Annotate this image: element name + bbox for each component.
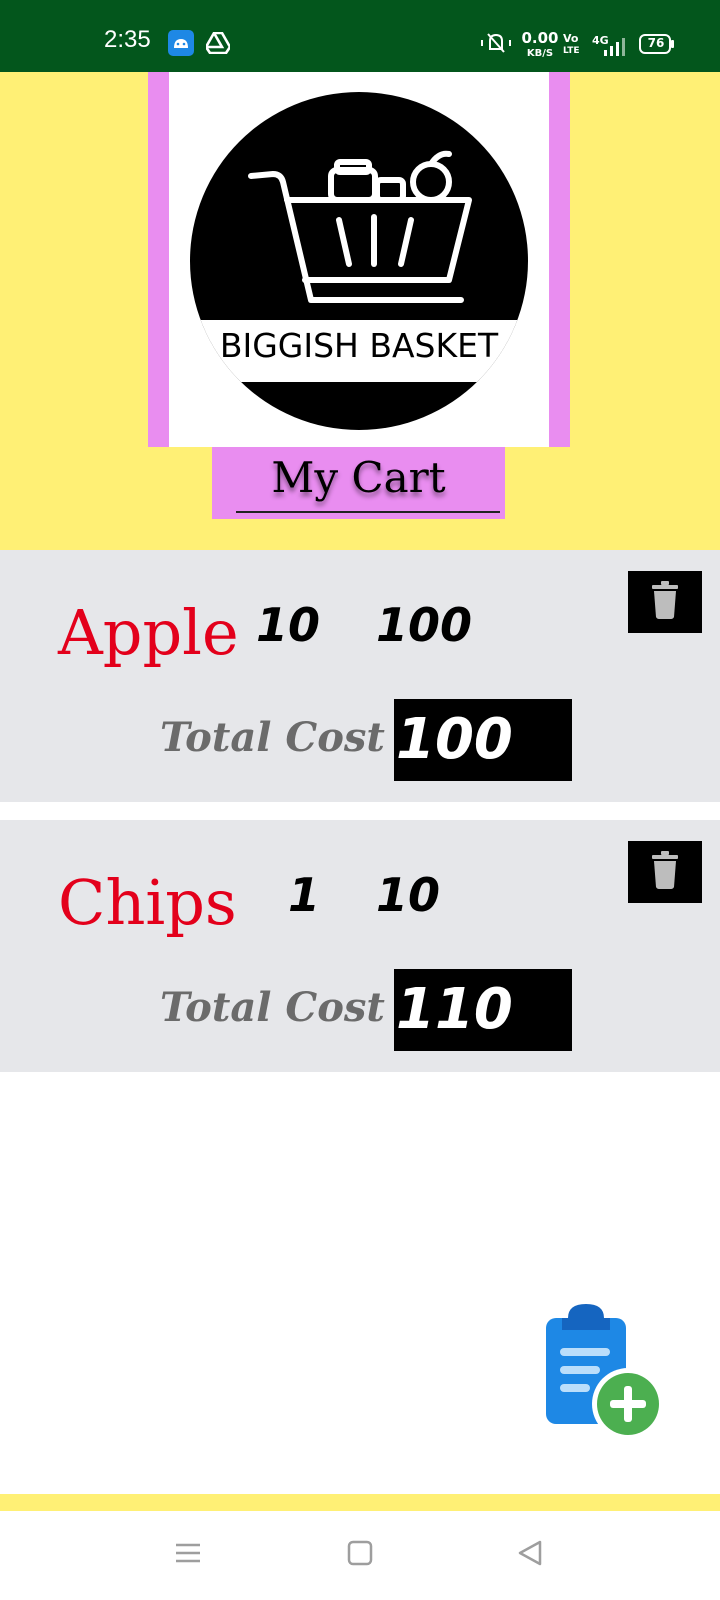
status-time: 2:35 <box>104 26 151 53</box>
net-speed-value: 0.00 <box>521 29 559 47</box>
item-name: Chips <box>58 866 237 939</box>
home-icon[interactable] <box>346 1539 374 1571</box>
cart-item: Apple 10 100 Total Cost 100 <box>0 550 720 802</box>
total-cost-label: Total Cost <box>160 714 385 761</box>
title-underline <box>236 511 500 513</box>
volte-indicator: Vo LTE <box>563 33 580 57</box>
trash-icon <box>652 851 678 889</box>
logo: BIGGISH BASKET <box>169 72 549 447</box>
total-cost-value: 110 <box>394 969 572 1051</box>
net-speed: 0.00 KB/S <box>520 29 560 60</box>
status-bar: 2:35 0.00 KB/S Vo LTE 4G 76 <box>0 0 720 72</box>
clipboard-add-icon <box>546 1304 664 1440</box>
volte-bottom: LTE <box>563 46 580 56</box>
mute-icon <box>480 31 512 59</box>
page-title: My Cart <box>271 453 446 502</box>
total-cost-label: Total Cost <box>160 984 385 1031</box>
my-cart-header: My Cart <box>212 447 505 519</box>
battery-level: 76 <box>647 36 665 50</box>
delete-button[interactable] <box>628 841 702 903</box>
total-cost-value: 100 <box>394 699 572 781</box>
bottom-strip <box>0 1494 720 1511</box>
net-speed-unit: KB/S <box>526 48 554 59</box>
item-quantity: 10 <box>256 598 321 652</box>
basket-logo: BIGGISH BASKET <box>190 92 528 430</box>
menu-icon[interactable] <box>174 1539 202 1571</box>
volte-top: Vo <box>563 32 579 45</box>
back-icon[interactable] <box>516 1539 544 1571</box>
trash-icon <box>652 581 678 619</box>
item-price: 10 <box>376 868 441 922</box>
item-quantity: 1 <box>288 868 321 922</box>
navigation-bar <box>0 1511 720 1600</box>
delete-button[interactable] <box>628 571 702 633</box>
signal-icon <box>604 36 628 60</box>
header: BIGGISH BASKET My Cart <box>0 72 720 550</box>
drive-icon <box>204 31 232 58</box>
item-name: Apple <box>58 596 239 669</box>
cart-item: Chips 1 10 Total Cost 110 <box>0 820 720 1072</box>
logo-text: BIGGISH BASKET <box>220 326 499 365</box>
item-price: 100 <box>376 598 473 652</box>
logo-frame: BIGGISH BASKET <box>148 72 570 447</box>
android-icon <box>168 30 194 60</box>
add-item-button[interactable] <box>540 1304 670 1444</box>
